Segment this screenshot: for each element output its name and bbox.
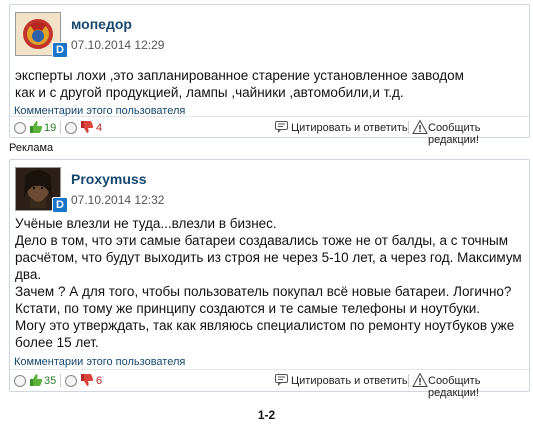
comment-text: Учёные влезли не туда...влезли в бизнес.… xyxy=(15,216,522,350)
thumbs-up-icon[interactable] xyxy=(28,372,44,388)
dislike-count: 4 xyxy=(96,122,103,134)
reply-icon[interactable] xyxy=(274,119,290,135)
divider xyxy=(10,116,529,117)
user-badge: D xyxy=(52,197,68,213)
username-link[interactable]: мопедор xyxy=(71,16,132,32)
quote-reply-link[interactable]: Цитировать и ответить xyxy=(291,375,408,387)
username-link[interactable]: Proxymuss xyxy=(71,171,146,187)
dislike-radio[interactable] xyxy=(65,122,77,134)
comment-card: D мопедор 07.10.2014 12:29 эксперты лохи… xyxy=(9,4,530,146)
user-badge: D xyxy=(52,42,68,58)
thumbs-down-icon[interactable] xyxy=(79,119,95,135)
thumbs-down-icon[interactable] xyxy=(79,372,95,388)
divider xyxy=(60,374,61,387)
divider xyxy=(408,121,409,134)
vote-row: 19 4 Цитировать и ответить Сообщить реда… xyxy=(14,119,525,146)
report-link[interactable]: Сообщить редакции! xyxy=(428,375,525,399)
divider xyxy=(60,121,61,134)
dislike-radio[interactable] xyxy=(65,375,77,387)
dislike-count: 6 xyxy=(96,375,103,387)
comment-date: 07.10.2014 12:32 xyxy=(71,193,165,207)
comment-card: D Proxymuss 07.10.2014 12:32 Учёные влез… xyxy=(9,159,530,399)
like-count: 35 xyxy=(44,375,57,387)
report-link[interactable]: Сообщить редакции! xyxy=(428,122,525,146)
divider xyxy=(408,374,409,387)
thumbs-up-icon[interactable] xyxy=(28,119,44,135)
warning-icon[interactable] xyxy=(412,372,428,388)
comment-text: эксперты лохи ,это запланированное старе… xyxy=(15,68,464,100)
warning-icon[interactable] xyxy=(412,119,428,135)
vote-row: 35 6 Цитировать и ответить Сообщить реда… xyxy=(14,372,525,399)
reply-icon[interactable] xyxy=(274,372,290,388)
pagination[interactable]: 1-2 xyxy=(0,408,533,422)
quote-reply-link[interactable]: Цитировать и ответить xyxy=(291,122,408,134)
divider xyxy=(10,369,529,370)
like-radio[interactable] xyxy=(14,375,26,387)
ad-label: Реклама xyxy=(9,142,54,154)
user-comments-link[interactable]: Комментарии этого пользователя xyxy=(14,356,185,368)
comment-date: 07.10.2014 12:29 xyxy=(71,38,165,52)
like-count: 19 xyxy=(44,122,57,134)
like-radio[interactable] xyxy=(14,122,26,134)
